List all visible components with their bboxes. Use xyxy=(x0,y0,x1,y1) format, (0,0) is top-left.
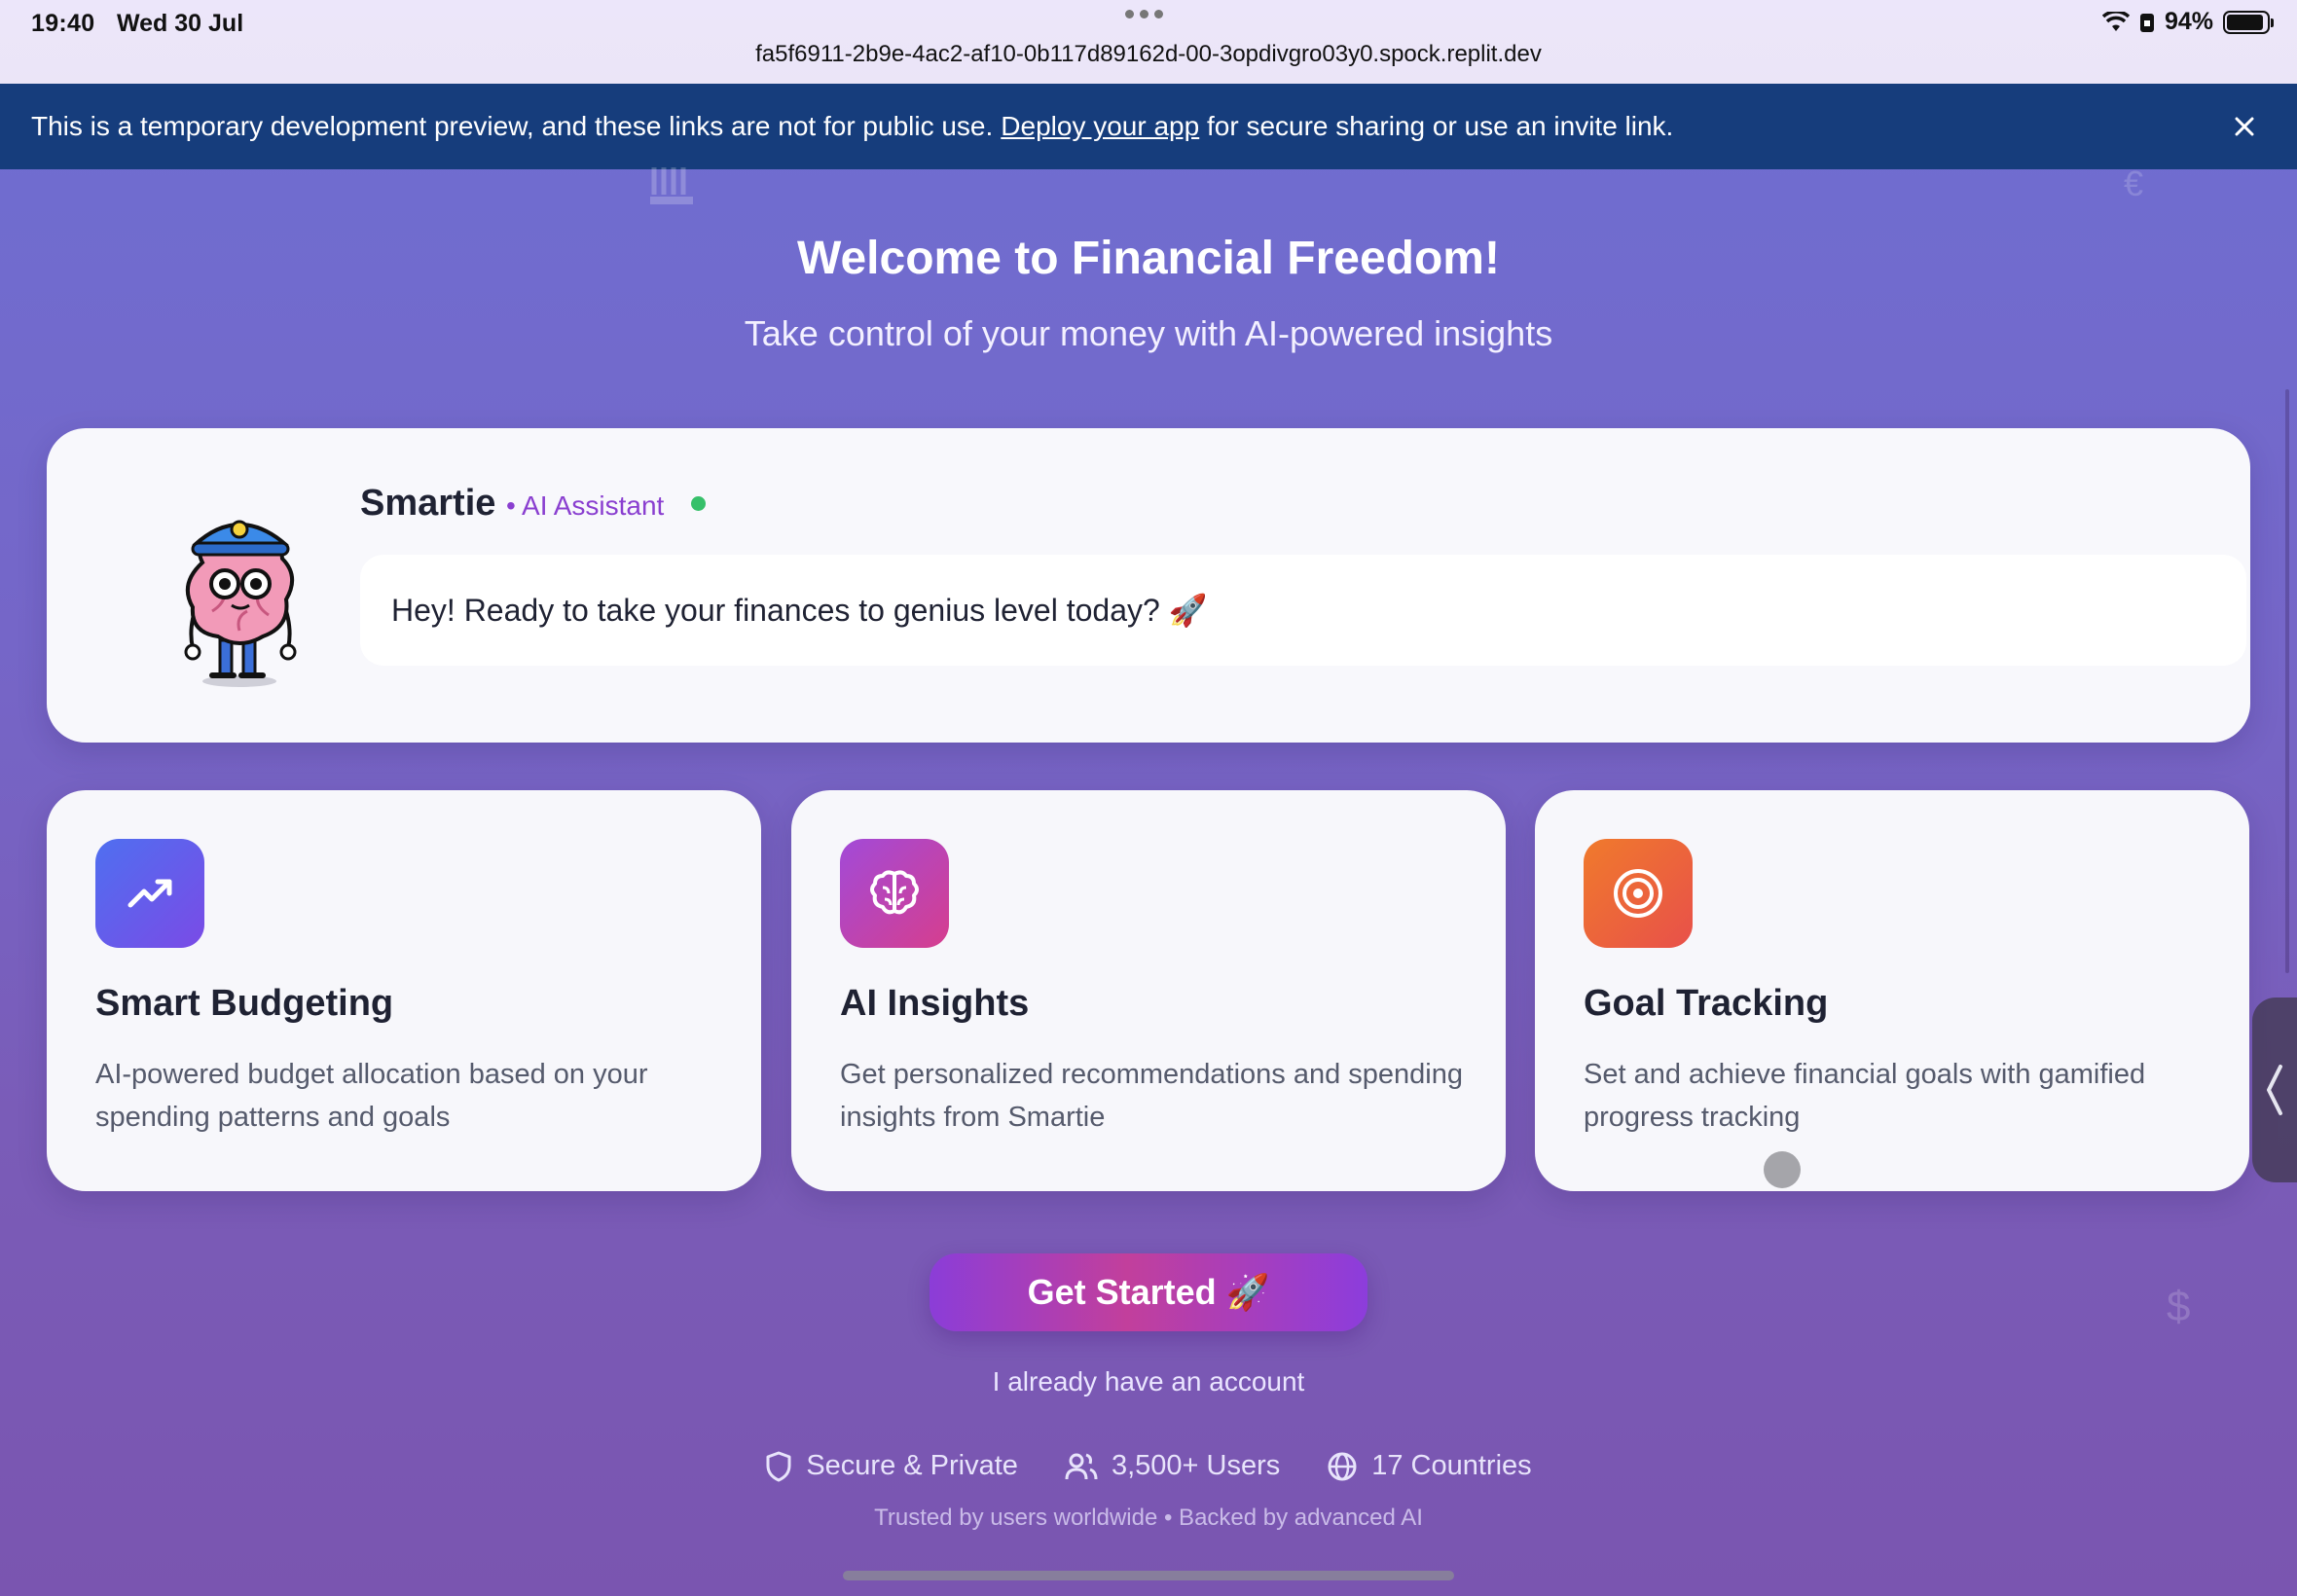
assistant-name: Smartie xyxy=(360,483,496,524)
battery-icon xyxy=(2223,10,2274,34)
touch-indicator xyxy=(1764,1151,1801,1188)
close-icon[interactable] xyxy=(2227,109,2262,144)
users-icon xyxy=(1065,1453,1098,1479)
globe-icon xyxy=(1328,1452,1357,1480)
home-indicator[interactable] xyxy=(843,1571,1454,1580)
page-title: Welcome to Financial Freedom! xyxy=(797,233,1500,284)
dev-preview-banner: This is a temporary development preview,… xyxy=(0,84,2297,169)
address-bar-url[interactable]: fa5f6911-2b9e-4ac2-af10-0b117d89162d-00-… xyxy=(0,41,2297,68)
existing-account-link[interactable]: I already have an account xyxy=(0,1366,2297,1397)
feature-title: Goal Tracking xyxy=(1584,983,1829,1024)
feature-card-smart-budgeting[interactable]: Smart Budgeting AI-powered budget alloca… xyxy=(47,790,761,1191)
feature-description: Set and achieve financial goals with gam… xyxy=(1584,1059,2146,1133)
dollar-decoration-icon: $ xyxy=(2167,1283,2191,1330)
feature-title: Smart Budgeting xyxy=(95,983,394,1024)
status-indicators: 94% xyxy=(2101,8,2274,36)
assistant-message: Hey! Ready to take your finances to geni… xyxy=(391,593,1208,628)
smartie-brain-mascot-icon xyxy=(184,520,297,687)
feature-title: AI Insights xyxy=(840,983,1030,1024)
feature-card-ai-insights[interactable]: AI Insights Get personalized recommendat… xyxy=(791,790,1506,1191)
multitasking-dots-icon[interactable] xyxy=(1125,10,1163,18)
trust-item-secure: Secure & Private xyxy=(765,1450,1018,1482)
trending-up-icon xyxy=(95,839,204,948)
side-panel-handle[interactable] xyxy=(2252,998,2297,1182)
brain-icon xyxy=(840,839,949,948)
trust-badges: Secure & Private 3,500+ Users 17 Countri… xyxy=(0,1450,2297,1482)
feature-description: AI-powered budget allocation based on yo… xyxy=(95,1059,648,1133)
chevron-left-icon xyxy=(2267,1065,2282,1115)
lock-rotation-icon xyxy=(2139,13,2154,32)
status-time: 19:40 xyxy=(31,10,95,37)
banner-text-before: This is a temporary development preview,… xyxy=(31,111,994,141)
trust-users-label: 3,500+ Users xyxy=(1111,1450,1281,1481)
page-subtitle: Take control of your money with AI-power… xyxy=(744,313,1553,353)
trust-item-countries: 17 Countries xyxy=(1327,1450,1532,1482)
deploy-app-link[interactable]: Deploy your app xyxy=(1001,111,1199,142)
trust-item-users: 3,500+ Users xyxy=(1065,1450,1280,1482)
target-icon xyxy=(1584,839,1693,948)
wifi-icon xyxy=(2101,11,2130,31)
shield-icon xyxy=(766,1451,791,1481)
status-bar: 19:40 Wed 30 Jul 94% fa5f6911-2b9e-4ac2-… xyxy=(0,0,2297,84)
battery-percent: 94% xyxy=(2164,8,2213,35)
euro-decoration-icon: € xyxy=(2124,163,2144,203)
online-status-indicator xyxy=(691,496,706,511)
scrollbar[interactable] xyxy=(2285,389,2289,973)
assistant-message-bubble: Hey! Ready to take your finances to geni… xyxy=(360,555,2246,666)
assistant-role: • AI Assistant xyxy=(506,490,665,521)
trust-countries-label: 17 Countries xyxy=(1371,1450,1532,1481)
feature-description: Get personalized recommendations and spe… xyxy=(840,1059,1464,1133)
assistant-card: Smartie • AI Assistant Hey! Ready to tak… xyxy=(47,428,2250,743)
get-started-button[interactable]: Get Started 🚀 xyxy=(930,1253,1367,1331)
trust-footnote: Trusted by users worldwide • Backed by a… xyxy=(874,1505,1423,1531)
bank-decoration-icon xyxy=(650,165,699,208)
trust-secure-label: Secure & Private xyxy=(806,1450,1018,1481)
banner-text-after: for secure sharing or use an invite link… xyxy=(1199,111,1674,141)
status-date: Wed 30 Jul xyxy=(117,10,244,37)
feature-card-goal-tracking[interactable]: Goal Tracking Set and achieve financial … xyxy=(1535,790,2249,1191)
